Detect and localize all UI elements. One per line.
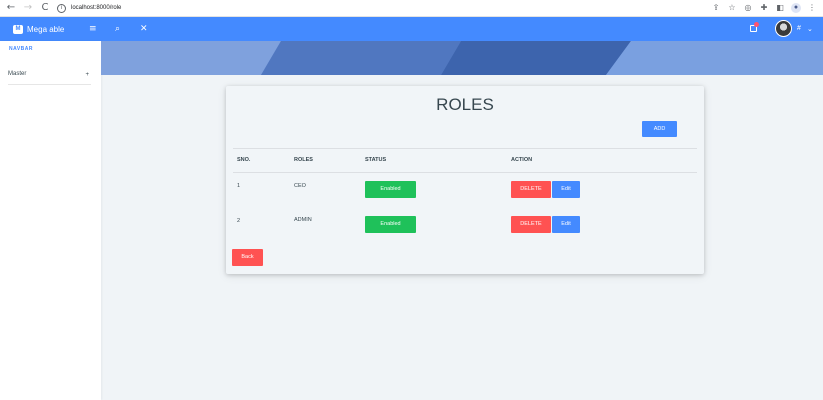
- cell-sno: 2: [237, 218, 241, 224]
- edit-button[interactable]: Edit: [552, 216, 580, 233]
- sidebar-item-label: Master: [8, 71, 27, 77]
- extension-icon[interactable]: ◎: [743, 2, 753, 14]
- site-info-icon[interactable]: i: [57, 3, 66, 13]
- edit-button[interactable]: Edit: [552, 181, 580, 198]
- back-arrow-icon[interactable]: ←: [5, 2, 17, 14]
- fullscreen-icon[interactable]: ✕: [140, 17, 148, 41]
- banner-pattern: [101, 41, 823, 75]
- search-icon[interactable]: ⌕: [115, 17, 120, 41]
- page-banner: [101, 41, 823, 75]
- cell-role: CEO: [294, 183, 306, 189]
- status-enabled-button[interactable]: Enabled: [365, 181, 416, 198]
- page-title: ROLES: [436, 95, 494, 114]
- delete-button[interactable]: DELETE: [511, 181, 551, 198]
- chevron-down-icon[interactable]: ⌄: [807, 17, 813, 41]
- logo-icon[interactable]: M: [13, 24, 23, 34]
- puzzle-icon[interactable]: ✚: [759, 2, 769, 14]
- sidebar-item-master[interactable]: Master +: [8, 68, 91, 85]
- sidebar: NAVBAR Master +: [0, 41, 101, 400]
- divider: [233, 172, 697, 173]
- notification-dot: [754, 22, 759, 27]
- roles-card: ROLES ADD SNO. ROLES STATUS ACTION 1 CEO…: [226, 86, 704, 274]
- column-header-status: STATUS: [365, 157, 387, 163]
- browser-toolbar: ← → C i localhost:8000/role ⇪ ☆ ◎ ✚ ◧ ● …: [0, 0, 823, 17]
- url-text[interactable]: localhost:8000/role: [71, 5, 121, 11]
- profile-icon[interactable]: ●: [791, 3, 801, 13]
- cell-role: ADMIN: [294, 217, 312, 223]
- browser-menu-icon[interactable]: ⋮: [807, 2, 817, 14]
- address-bar[interactable]: i localhost:8000/role: [57, 3, 121, 13]
- status-enabled-button[interactable]: Enabled: [365, 216, 416, 233]
- notification-bell-icon[interactable]: [749, 22, 759, 34]
- back-button[interactable]: Back: [232, 249, 263, 266]
- brand-name[interactable]: Mega able: [27, 25, 64, 34]
- add-role-button[interactable]: ADD: [642, 121, 677, 137]
- column-header-roles: ROLES: [294, 157, 313, 163]
- reload-icon[interactable]: C: [39, 2, 51, 14]
- logo-letter: M: [15, 25, 21, 32]
- user-name[interactable]: #: [797, 17, 801, 41]
- sidebar-title: NAVBAR: [9, 46, 34, 52]
- hamburger-menu-icon[interactable]: ≡: [89, 17, 97, 41]
- delete-button[interactable]: DELETE: [511, 216, 551, 233]
- expand-plus-icon[interactable]: +: [85, 72, 89, 78]
- column-header-sno: SNO.: [237, 157, 251, 163]
- divider: [233, 148, 697, 149]
- sidebar-icon[interactable]: ◧: [775, 2, 785, 14]
- forward-arrow-icon[interactable]: →: [22, 2, 34, 14]
- app-header: M Mega able ≡ ⌕ ✕ # ⌄: [0, 17, 823, 41]
- column-header-action: ACTION: [511, 157, 533, 163]
- star-icon[interactable]: ☆: [727, 2, 737, 14]
- user-avatar[interactable]: [775, 20, 792, 37]
- share-icon[interactable]: ⇪: [711, 2, 721, 14]
- cell-sno: 1: [237, 183, 241, 189]
